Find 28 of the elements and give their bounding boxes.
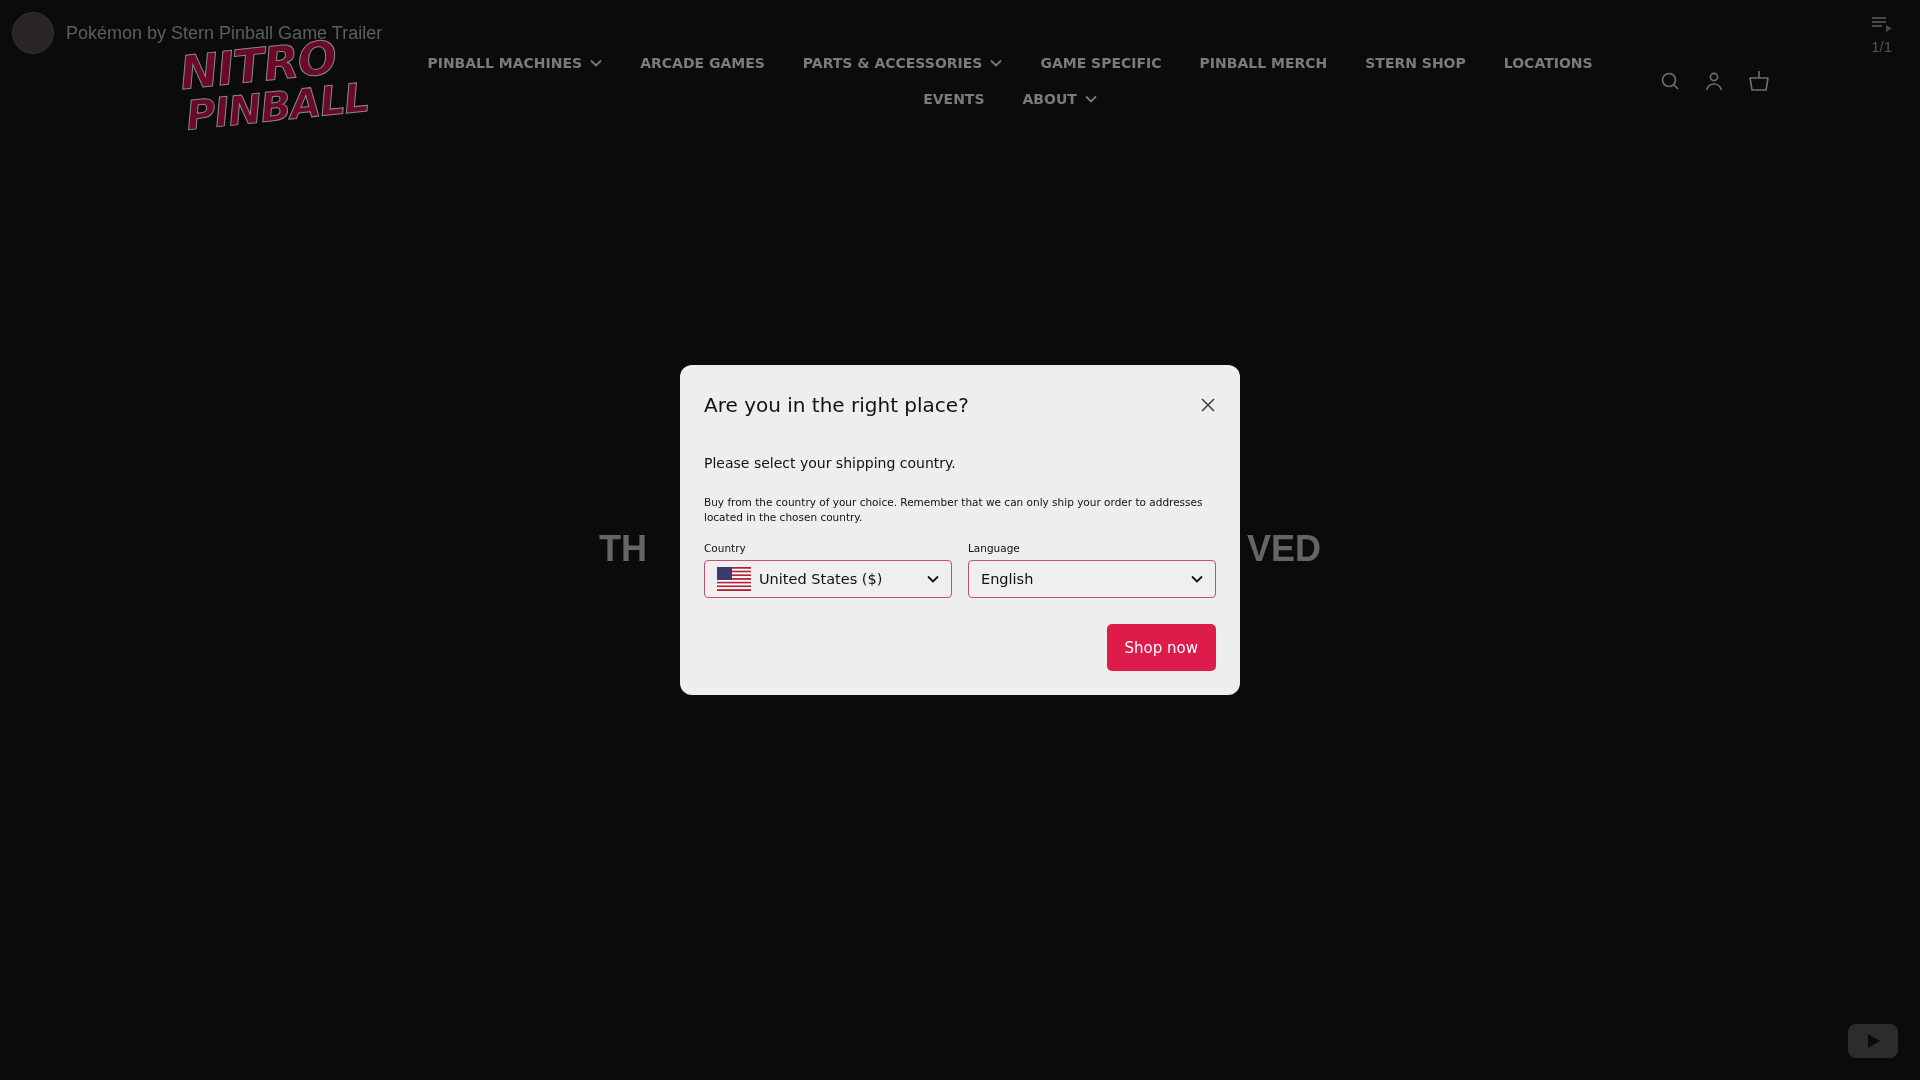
- nav-link[interactable]: ARCADE GAMES: [640, 55, 765, 71]
- nav-link[interactable]: ABOUT: [1022, 91, 1097, 107]
- us-flag-icon: [717, 567, 751, 592]
- field-label: Country: [704, 542, 747, 555]
- chevron-down-icon: [927, 575, 939, 584]
- nav-link[interactable]: STERN SHOP: [1365, 55, 1466, 71]
- nav-link[interactable]: EVENTS: [923, 91, 985, 107]
- dialog-title: Are you in the right place?: [704, 392, 970, 417]
- playlist-count: 1/1: [1871, 38, 1892, 55]
- playlist-icon[interactable]: [1871, 16, 1892, 32]
- nav-link[interactable]: PINBALL MERCH: [1199, 55, 1328, 71]
- shop-now-button[interactable]: Shop now: [1106, 624, 1216, 672]
- nav-link[interactable]: GAME SPECIFIC: [1040, 55, 1162, 71]
- chevron-down-icon: [1191, 575, 1203, 584]
- search-icon[interactable]: [1660, 71, 1680, 91]
- close-icon: [1201, 398, 1215, 413]
- nav-link[interactable]: PINBALL MACHINES: [427, 55, 603, 71]
- dialog-subtitle: Please select your shipping country.: [704, 454, 957, 471]
- basket-icon[interactable]: [1748, 70, 1770, 92]
- page-heading: TH: [599, 528, 647, 570]
- field-label: Language: [968, 542, 1021, 555]
- nav-link[interactable]: PARTS & ACCESSORIES: [802, 55, 1003, 71]
- nav-link[interactable]: LOCATIONS: [1503, 55, 1593, 71]
- dropdown-field[interactable]: English: [968, 560, 1216, 599]
- account-icon[interactable]: [1704, 71, 1724, 91]
- dropdown-field[interactable]: United States ($): [704, 560, 952, 599]
- dialog-description: Buy from the country of your choice. Remember that we can only ship your order to addresses located in the chosen country.: [704, 494, 1204, 525]
- page-heading: VED: [1246, 528, 1321, 570]
